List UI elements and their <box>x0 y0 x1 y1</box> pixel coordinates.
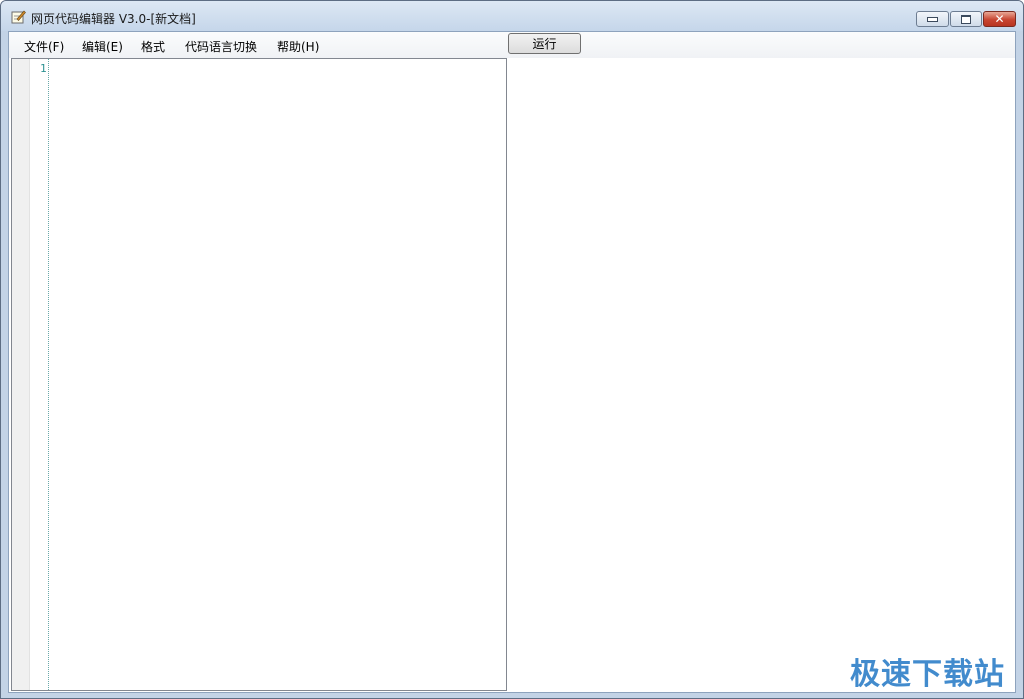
watermark-logo: 极速下载站 <box>850 657 1005 692</box>
notepad-pen-icon <box>11 10 26 24</box>
app-window: 网页代码编辑器 V3.0-[新文档] ✕ 文件(F) 编辑(E) 格式 代码语言… <box>0 0 1024 699</box>
minimize-icon <box>927 16 938 22</box>
line-number-gutter: 1 <box>30 59 49 690</box>
code-text-area[interactable] <box>50 59 506 690</box>
code-editor[interactable]: 1 <box>11 58 507 691</box>
menu-help[interactable]: 帮助(H) <box>277 38 319 55</box>
maximize-button[interactable] <box>950 11 982 27</box>
preview-pane <box>508 58 1015 691</box>
line-number: 1 <box>40 62 47 75</box>
editor-margin <box>12 59 30 690</box>
window-title: 网页代码编辑器 V3.0-[新文档] <box>31 12 196 26</box>
menu-file[interactable]: 文件(F) <box>24 38 64 55</box>
menu-code-language[interactable]: 代码语言切换 <box>185 38 257 55</box>
menu-format[interactable]: 格式 <box>141 38 165 55</box>
title-bar[interactable]: 网页代码编辑器 V3.0-[新文档] ✕ <box>1 1 1023 31</box>
menu-edit[interactable]: 编辑(E) <box>82 38 123 55</box>
close-icon: ✕ <box>994 12 1005 26</box>
client-area: 文件(F) 编辑(E) 格式 代码语言切换 帮助(H) 运行 1 <box>8 31 1016 693</box>
maximize-icon <box>961 14 971 24</box>
run-button[interactable]: 运行 <box>508 33 581 54</box>
menu-bar: 文件(F) 编辑(E) 格式 代码语言切换 帮助(H) 运行 <box>9 32 1015 58</box>
close-button[interactable]: ✕ <box>983 11 1016 27</box>
minimize-button[interactable] <box>916 11 949 27</box>
